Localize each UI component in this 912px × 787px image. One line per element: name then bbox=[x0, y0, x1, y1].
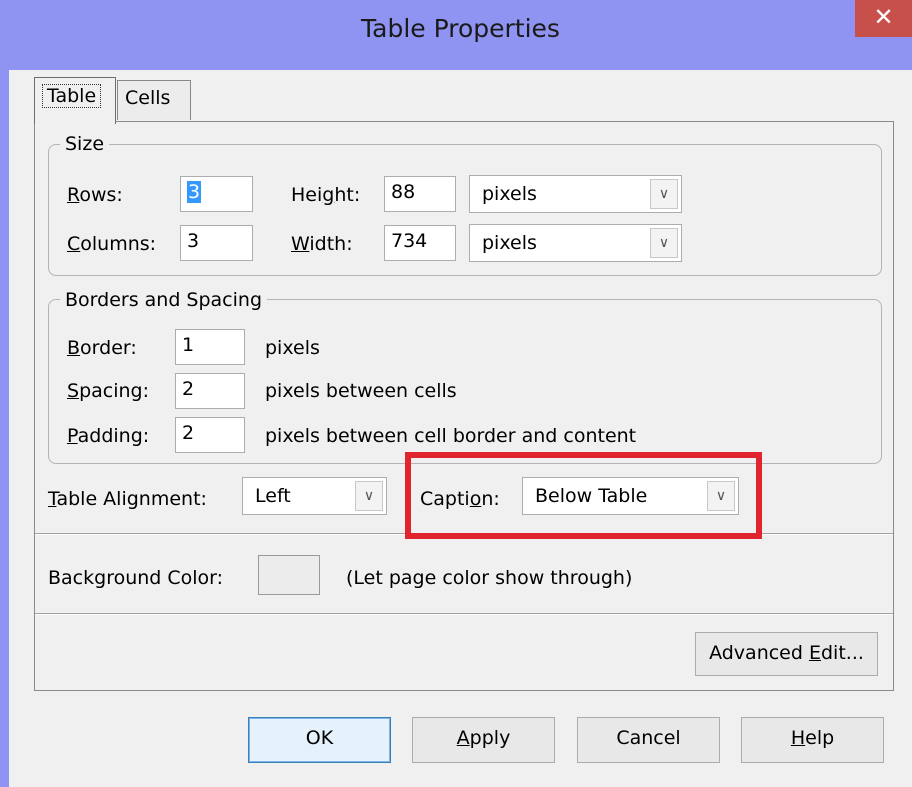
caption-dropdown[interactable]: Below Table ∨ bbox=[522, 477, 739, 515]
ok-button[interactable]: OK bbox=[248, 717, 391, 763]
close-button[interactable]: ✕ bbox=[855, 0, 912, 37]
spacing-label: Spacing: bbox=[67, 380, 149, 402]
size-group-label: Size bbox=[60, 133, 110, 155]
columns-label: Columns: bbox=[67, 233, 157, 255]
width-unit-value: pixels bbox=[482, 232, 537, 254]
width-label: Width: bbox=[291, 233, 353, 255]
border-label: Border: bbox=[67, 337, 137, 359]
borders-spacing-group-label: Borders and Spacing bbox=[60, 289, 268, 311]
background-color-label: Background Color: bbox=[48, 567, 224, 589]
spacing-unit-label: pixels between cells bbox=[265, 380, 457, 402]
table-alignment-value: Left bbox=[255, 485, 291, 507]
height-unit-dropdown[interactable]: pixels ∨ bbox=[469, 175, 682, 213]
separator bbox=[35, 613, 893, 615]
size-group bbox=[48, 144, 882, 276]
padding-unit-label: pixels between cell border and content bbox=[265, 425, 637, 447]
width-unit-dropdown[interactable]: pixels ∨ bbox=[469, 224, 682, 262]
tab-cells-label: Cells bbox=[125, 87, 171, 109]
close-icon: ✕ bbox=[873, 3, 894, 31]
window-title: Table Properties bbox=[361, 14, 560, 43]
border-unit-label: pixels bbox=[265, 337, 320, 359]
background-color-swatch[interactable] bbox=[258, 555, 320, 595]
advanced-edit-button[interactable]: Advanced Edit... bbox=[695, 632, 878, 676]
spacing-input[interactable]: 2 bbox=[175, 373, 245, 409]
height-input[interactable]: 88 bbox=[384, 176, 456, 212]
chevron-down-icon: ∨ bbox=[355, 481, 383, 511]
columns-input[interactable]: 3 bbox=[180, 225, 253, 261]
cancel-button[interactable]: Cancel bbox=[577, 717, 720, 763]
separator bbox=[35, 533, 893, 535]
caption-value: Below Table bbox=[535, 485, 648, 507]
table-alignment-dropdown[interactable]: Left ∨ bbox=[242, 477, 387, 515]
caption-label: Caption: bbox=[420, 488, 500, 510]
padding-input[interactable]: 2 bbox=[175, 417, 245, 453]
padding-label: Padding: bbox=[67, 425, 150, 447]
border-input[interactable]: 1 bbox=[175, 329, 245, 365]
height-unit-value: pixels bbox=[482, 183, 537, 205]
apply-button[interactable]: Apply bbox=[412, 717, 555, 763]
window-frame-left bbox=[0, 0, 9, 787]
rows-input[interactable]: 3 bbox=[180, 176, 253, 212]
tab-table-label: Table bbox=[42, 84, 102, 108]
background-color-note: (Let page color show through) bbox=[346, 567, 633, 589]
rows-value: 3 bbox=[187, 181, 202, 203]
help-button[interactable]: Help bbox=[741, 717, 884, 763]
chevron-down-icon: ∨ bbox=[707, 481, 735, 511]
chevron-down-icon: ∨ bbox=[650, 179, 678, 209]
table-alignment-label: Table Alignment: bbox=[48, 488, 207, 510]
tab-table[interactable]: Table bbox=[34, 77, 116, 124]
chevron-down-icon: ∨ bbox=[650, 228, 678, 258]
rows-label: Rows: bbox=[67, 184, 123, 206]
tab-cells[interactable]: Cells bbox=[117, 80, 191, 120]
width-input[interactable]: 734 bbox=[384, 225, 456, 261]
height-label: Height: bbox=[291, 184, 361, 206]
